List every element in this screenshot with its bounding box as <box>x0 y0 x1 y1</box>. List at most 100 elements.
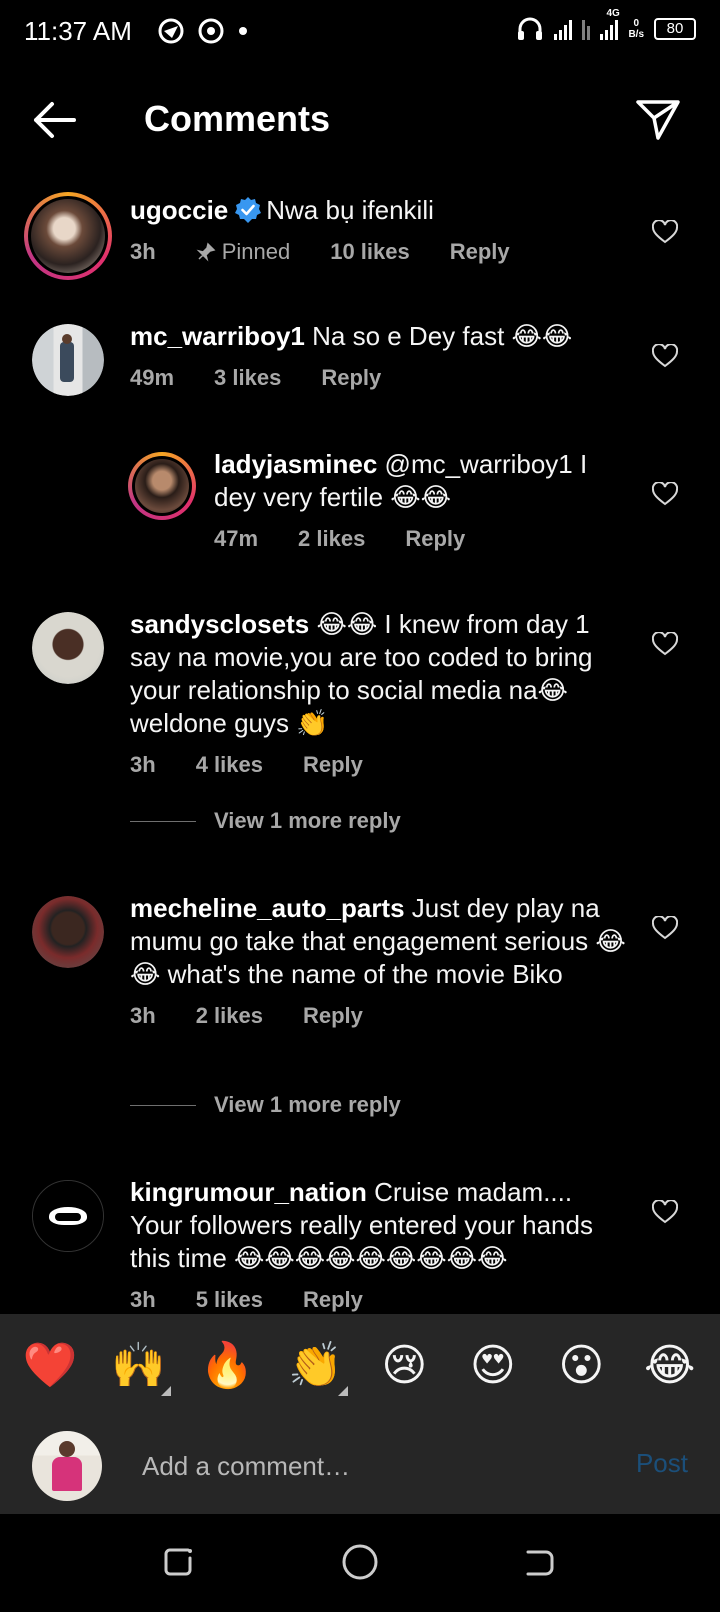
net-speed-value: 0 <box>633 18 639 29</box>
comment-username[interactable]: mc_warriboy1 <box>130 321 305 351</box>
comment-time: 3h <box>130 239 156 264</box>
comment-time: 47m <box>214 526 259 551</box>
back-arrow-icon <box>34 102 76 138</box>
back-nav-button[interactable] <box>520 1542 560 1582</box>
chrome-icon <box>198 18 224 44</box>
page-title: Comments <box>144 98 331 139</box>
recent-apps-button[interactable] <box>158 1542 198 1582</box>
comment-time: 49m <box>130 365 175 390</box>
avatar[interactable] <box>128 452 196 520</box>
heart-icon[interactable] <box>652 1200 678 1224</box>
avatar[interactable] <box>32 612 104 684</box>
battery-icon: 80 <box>654 18 696 40</box>
comment-body: ladyjasminec @mc_warriboy1 I dey very fe… <box>214 448 624 555</box>
view-more-replies[interactable]: View 1 more reply <box>130 808 401 834</box>
status-time: 11:37 AM <box>24 16 132 46</box>
my-avatar[interactable] <box>32 1431 102 1501</box>
avatar[interactable] <box>32 324 104 396</box>
data-arrows-icon <box>582 18 591 40</box>
home-button[interactable] <box>340 1542 380 1582</box>
comment-likes[interactable]: 2 likes <box>196 999 263 1032</box>
headphones-icon <box>518 17 543 40</box>
avatar[interactable] <box>32 1180 104 1252</box>
post-button[interactable]: Post <box>636 1448 688 1479</box>
avatar[interactable] <box>24 192 112 280</box>
back-button[interactable] <box>30 98 78 142</box>
heart-icon[interactable] <box>652 482 678 506</box>
emoji-raising-hands-button[interactable]: 🙌 <box>103 1336 175 1396</box>
net-speed: 0 B/s <box>628 18 644 40</box>
heart-icon[interactable] <box>652 344 678 368</box>
comment-body: ugoccie Nwa bụ ifenkili 3h Pinned 10 like… <box>130 194 630 268</box>
network-type: 4G <box>606 8 620 19</box>
emoji-surprised-button[interactable]: 😮 <box>545 1336 617 1396</box>
comment-time: 3h <box>130 1287 156 1312</box>
comment-list[interactable]: ugoccie Nwa bụ ifenkili 3h Pinned 10 like… <box>0 190 720 1314</box>
pinned-text: Pinned <box>221 239 291 264</box>
reply-item: ladyjasminec @mc_warriboy1 I dey very fe… <box>0 449 720 572</box>
heart-icon[interactable] <box>652 220 678 244</box>
skin-tone-indicator <box>337 1386 348 1396</box>
emoji-heart-button[interactable]: ❤️ <box>14 1336 86 1396</box>
reply-button[interactable]: Reply <box>405 522 465 555</box>
comment-item: mc_warriboy1 Na so e Dey fast 😂😂 49m 3 l… <box>0 321 720 424</box>
view-more-replies[interactable]: View 1 more reply <box>130 1092 401 1118</box>
pin-icon <box>196 242 216 261</box>
heart-icon[interactable] <box>652 916 678 940</box>
emoji-clapping: 👏 <box>288 1340 344 1391</box>
dot-icon <box>239 27 247 35</box>
skin-tone-indicator <box>160 1386 171 1396</box>
emoji-laughing-button[interactable]: 😂 <box>634 1336 706 1396</box>
emoji-clapping-button[interactable]: 👏 <box>280 1336 352 1396</box>
comment-body: kingrumour_nation Cruise madam.... Your … <box>130 1176 630 1314</box>
comment-item: ugoccie Nwa bụ ifenkili 3h Pinned 10 like… <box>0 190 720 300</box>
comment-username[interactable]: sandysclosets <box>130 609 309 639</box>
divider <box>130 1104 196 1106</box>
comment-time: 3h <box>130 752 156 777</box>
system-navigation-bar <box>0 1514 720 1612</box>
reply-button[interactable]: Reply <box>303 1283 363 1314</box>
heart-icon[interactable] <box>652 632 678 656</box>
paper-plane-icon <box>636 100 680 140</box>
comment-text: Na so e Dey fast 😂😂 <box>312 321 573 351</box>
comment-time: 3h <box>130 1003 156 1028</box>
net-speed-unit: B/s <box>628 29 644 40</box>
comment-likes[interactable]: 5 likes <box>196 1283 263 1314</box>
comment-input[interactable] <box>142 1444 602 1488</box>
reply-button[interactable]: Reply <box>321 361 381 394</box>
comment-username[interactable]: kingrumour_nation <box>130 1177 367 1207</box>
view-more-label: View 1 more reply <box>214 1092 401 1117</box>
comment-body: sandysclosets 😂😂 I knew from day 1 say n… <box>130 608 630 781</box>
emoji-heart-eyes-button[interactable]: 😍 <box>457 1336 529 1396</box>
emoji-raising-hands: 🙌 <box>111 1340 167 1391</box>
comment-username[interactable]: ladyjasminec <box>214 449 377 479</box>
signal-2-icon: 4G <box>600 8 620 40</box>
share-button[interactable] <box>634 96 682 144</box>
comment-likes[interactable]: 4 likes <box>196 748 263 781</box>
comment-username[interactable]: mecheline_auto_parts <box>130 893 405 923</box>
emoji-crying-button[interactable]: 😢 <box>368 1336 440 1396</box>
pinned-label: Pinned <box>196 235 291 268</box>
comment-likes[interactable]: 3 likes <box>214 361 281 394</box>
quick-emoji-bar: ❤️ 🙌 🔥 👏 😢 😍 😮 😂 <box>0 1314 720 1418</box>
comment-item: sandysclosets 😂😂 I knew from day 1 say n… <box>0 609 720 852</box>
reply-button[interactable]: Reply <box>303 999 363 1032</box>
reply-button[interactable]: Reply <box>450 235 510 268</box>
status-bar: 11:37 AM 4G 0 B/s 80 <box>0 0 720 68</box>
comment-likes[interactable]: 2 likes <box>298 522 365 555</box>
header: Comments <box>0 80 720 160</box>
comment-text: Nwa bụ ifenkili <box>266 195 434 225</box>
comment-item: kingrumour_nation Cruise madam.... Your … <box>0 1177 720 1314</box>
status-notification-icons <box>158 18 248 44</box>
status-system-icons: 4G 0 B/s 80 <box>516 8 696 42</box>
comment-likes[interactable]: 10 likes <box>330 235 410 268</box>
comment-body: mc_warriboy1 Na so e Dey fast 😂😂 49m 3 l… <box>130 320 630 394</box>
avatar[interactable] <box>32 896 104 968</box>
signal-1-icon <box>554 18 573 40</box>
comment-composer: Post <box>0 1418 720 1514</box>
reply-button[interactable]: Reply <box>303 748 363 781</box>
comment-username[interactable]: ugoccie <box>130 195 228 225</box>
verified-badge-icon <box>235 197 262 223</box>
emoji-fire-button[interactable]: 🔥 <box>191 1336 263 1396</box>
divider <box>130 820 196 822</box>
